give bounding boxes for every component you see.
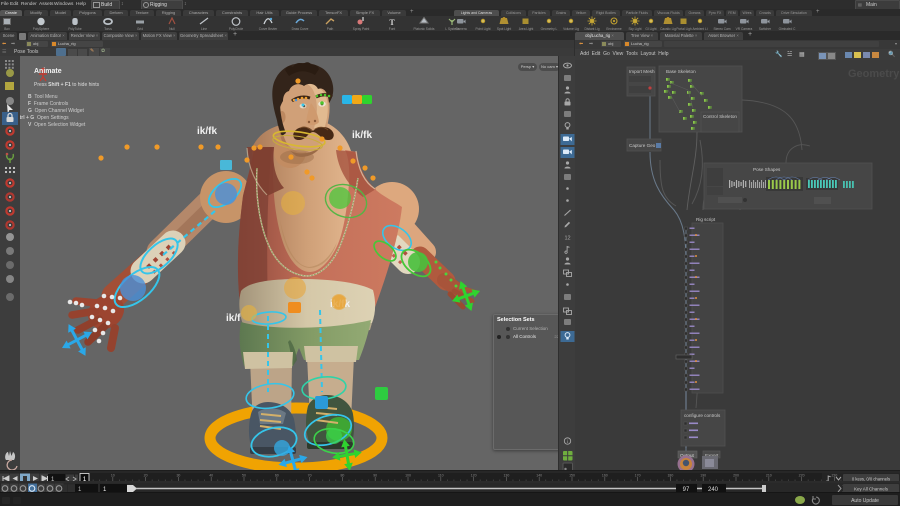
svg-text:200: 200 <box>733 474 739 478</box>
svg-text:190: 190 <box>700 474 706 478</box>
svg-text:Control Skeleton: Control Skeleton <box>703 114 737 119</box>
svg-text:10: 10 <box>111 474 115 478</box>
svg-text:220: 220 <box>799 474 805 478</box>
svg-text:180: 180 <box>667 474 673 478</box>
svg-text:80: 80 <box>340 474 344 478</box>
svg-text:30: 30 <box>176 474 180 478</box>
svg-text:Capture Geo: Capture Geo <box>629 143 656 148</box>
svg-text:12: 12 <box>564 236 570 242</box>
svg-text:Rig script: Rig script <box>696 217 716 222</box>
svg-text:50: 50 <box>242 474 246 478</box>
svg-text:120: 120 <box>471 474 477 478</box>
svg-text:40: 40 <box>209 474 213 478</box>
svg-text:170: 170 <box>635 474 641 478</box>
svg-text:Import Mesh: Import Mesh <box>629 69 655 74</box>
svg-text:130: 130 <box>503 474 509 478</box>
svg-text:150: 150 <box>569 474 575 478</box>
svg-text:70: 70 <box>308 474 312 478</box>
svg-text:90: 90 <box>373 474 377 478</box>
svg-text:160: 160 <box>602 474 608 478</box>
svg-text:ik/fk: ik/fk <box>352 130 372 141</box>
svg-text:100: 100 <box>405 474 411 478</box>
svg-text:60: 60 <box>275 474 279 478</box>
svg-text:110: 110 <box>438 474 444 478</box>
svg-text:140: 140 <box>536 474 542 478</box>
svg-text:Pose Shapes: Pose Shapes <box>753 167 781 172</box>
svg-text:Base Skeleton: Base Skeleton <box>666 69 696 74</box>
svg-text:20: 20 <box>144 474 148 478</box>
svg-text:T: T <box>389 18 395 27</box>
svg-text:210: 210 <box>766 474 772 478</box>
svg-text:Geometry: Geometry <box>848 68 900 80</box>
svg-text:Auto Update: Auto Update <box>851 498 879 504</box>
svg-text:Key All Channels: Key All Channels <box>854 487 889 492</box>
svg-text:configure controls: configure controls <box>684 413 721 418</box>
svg-text:ik/f: ik/f <box>226 313 241 324</box>
svg-text:ik/fk: ik/fk <box>197 126 217 137</box>
